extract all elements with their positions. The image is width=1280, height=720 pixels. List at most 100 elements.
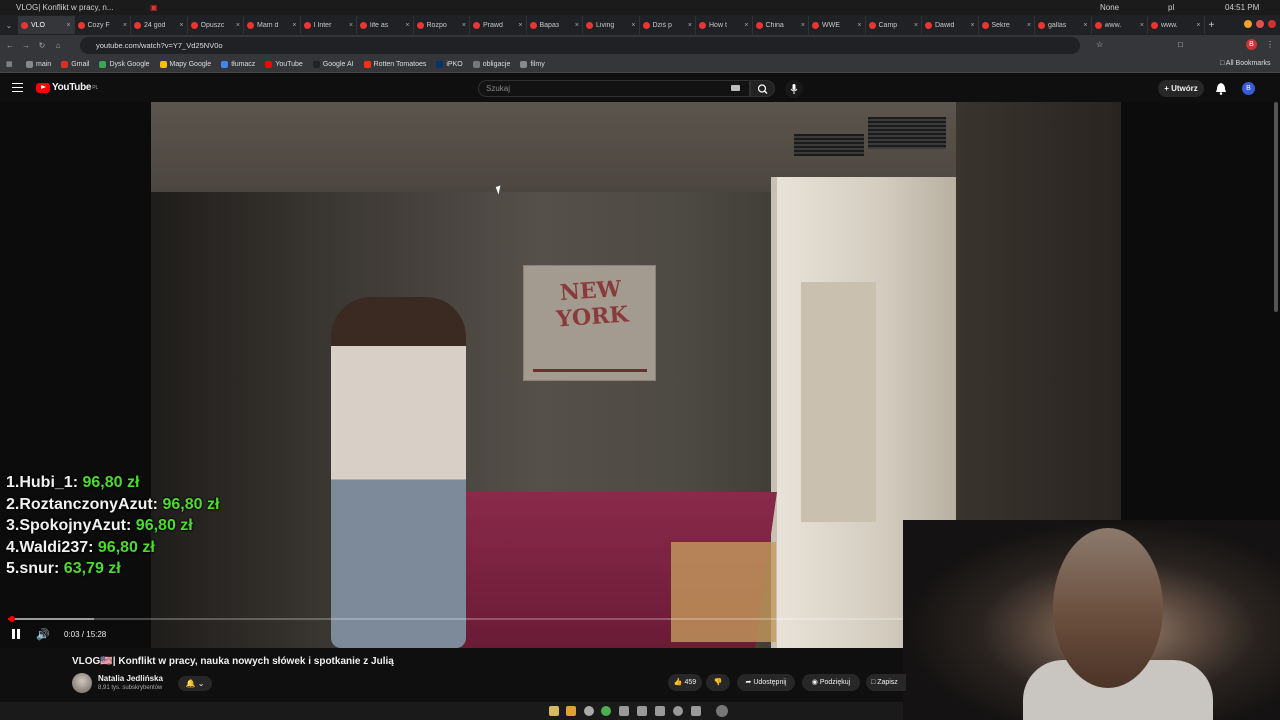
browser-tab[interactable]: Sekre × [979, 16, 1035, 34]
search-button[interactable] [750, 80, 775, 97]
tab-close-icon[interactable]: × [970, 22, 974, 29]
like-button[interactable]: 👍 459 [668, 674, 702, 691]
account-avatar[interactable]: B [1242, 82, 1255, 95]
bookmark-item[interactable]: Gmail [61, 60, 89, 68]
tab-close-icon[interactable]: × [179, 22, 183, 29]
shield-icon[interactable] [655, 706, 665, 716]
close-window-button[interactable] [1268, 20, 1276, 28]
browser-tab[interactable]: VLO × [18, 16, 75, 34]
hamburger-menu-icon[interactable] [12, 83, 23, 92]
folder-icon[interactable] [566, 706, 576, 716]
tab-close-icon[interactable]: × [857, 22, 861, 29]
browser-tab[interactable]: China × [753, 16, 809, 34]
share-button[interactable]: ➦ Udostępnij [737, 674, 795, 691]
progress-scrubber[interactable] [8, 616, 15, 622]
keyboard-icon[interactable] [731, 85, 740, 91]
tab-list-icon[interactable]: ⌄ [0, 21, 18, 30]
thanks-button[interactable]: ◉ Podziękuj [802, 674, 860, 691]
file-manager-icon[interactable] [549, 706, 559, 716]
tab-close-icon[interactable]: × [1140, 22, 1144, 29]
chrome-icon[interactable] [601, 706, 611, 716]
bookmark-item[interactable]: filmy [520, 60, 545, 68]
reload-icon[interactable]: ↻ [36, 41, 48, 50]
channel-name[interactable]: Natalia Jedlińska [98, 674, 163, 683]
browser-tab[interactable]: Вараз × [527, 16, 583, 34]
profile-avatar[interactable]: B [1246, 39, 1257, 50]
status-none[interactable]: None [1100, 3, 1119, 12]
browser-tab[interactable]: Living × [583, 16, 640, 34]
notifications-bell-icon[interactable] [1215, 82, 1227, 100]
forward-icon[interactable]: → [20, 41, 32, 50]
tab-close-icon[interactable]: × [688, 22, 692, 29]
browser-tab[interactable]: Camp × [866, 16, 922, 34]
tab-close-icon[interactable]: × [744, 22, 748, 29]
tab-close-icon[interactable]: × [66, 22, 70, 29]
bookmark-item[interactable]: YouTube [265, 60, 303, 68]
tab-close-icon[interactable]: × [236, 22, 240, 29]
volume-icon[interactable]: 🔊 [36, 628, 50, 641]
apps-grid-icon[interactable]: ▦ [6, 60, 26, 68]
search-input[interactable]: Szukaj [478, 80, 750, 97]
pause-button[interactable] [11, 629, 21, 639]
browser-tab[interactable]: life as × [357, 16, 414, 34]
obs-icon[interactable] [716, 705, 728, 717]
browser-tab[interactable]: Rozpo × [414, 16, 470, 34]
notes-icon[interactable] [691, 706, 701, 716]
bookmark-item[interactable]: main [26, 60, 51, 68]
browser-tab[interactable]: Dziś p × [640, 16, 696, 34]
tab-close-icon[interactable]: × [631, 22, 635, 29]
tab-close-icon[interactable]: × [405, 22, 409, 29]
browser-tab[interactable]: I Inter × [301, 16, 357, 34]
browser-tab[interactable]: 24 god × [131, 16, 188, 34]
subscription-bell-button[interactable]: 🔔 ⌄ [178, 676, 212, 691]
voice-search-button[interactable] [785, 80, 803, 98]
browser-tab[interactable]: www. × [1092, 16, 1148, 34]
create-button[interactable]: + Utwórz [1158, 80, 1204, 97]
tab-close-icon[interactable]: × [349, 22, 353, 29]
page-scrollbar[interactable] [1274, 102, 1278, 312]
channel-avatar[interactable] [72, 673, 92, 693]
bookmark-item[interactable]: Mapy Google [159, 60, 211, 68]
home-icon[interactable]: ⌂ [52, 41, 64, 50]
maximize-button[interactable] [1256, 20, 1264, 28]
app-icon[interactable] [673, 706, 683, 716]
browser-tab[interactable]: Cozy F × [75, 16, 131, 34]
tab-close-icon[interactable]: × [123, 22, 127, 29]
extensions-icon[interactable]: □ [1178, 40, 1183, 49]
bookmark-item[interactable]: Rotten Tomatoes [363, 60, 426, 68]
browser-tab[interactable]: Mam d × [244, 16, 301, 34]
tab-close-icon[interactable]: × [575, 22, 579, 29]
bookmark-star-icon[interactable]: ☆ [1096, 40, 1103, 49]
tab-close-icon[interactable]: × [914, 22, 918, 29]
dislike-button[interactable]: 👎 [706, 674, 730, 691]
browser-tab[interactable]: gallas × [1035, 16, 1092, 34]
steam-icon[interactable] [637, 706, 647, 716]
url-input[interactable]: youtube.com/watch?v=Y7_Vd25NV0o [80, 37, 1080, 54]
back-icon[interactable]: ← [4, 41, 16, 50]
browser-tab[interactable]: WWE × [809, 16, 866, 34]
app-icon[interactable] [584, 706, 594, 716]
bookmark-item[interactable]: Dysk Google [99, 60, 150, 68]
youtube-logo[interactable]: YouTube PL [36, 82, 98, 93]
bookmark-item[interactable]: Google AI [312, 60, 354, 68]
bookmark-item[interactable]: tłumacz [221, 60, 255, 68]
browser-tab[interactable]: How t × [696, 16, 753, 34]
minimize-button[interactable] [1244, 20, 1252, 28]
discord-icon[interactable] [619, 706, 629, 716]
browser-tab[interactable]: Dawid × [922, 16, 979, 34]
tab-close-icon[interactable]: × [1083, 22, 1087, 29]
tab-close-icon[interactable]: × [518, 22, 522, 29]
all-bookmarks[interactable]: □ All Bookmarks [1220, 60, 1271, 67]
browser-tab[interactable]: www. × [1148, 16, 1205, 34]
language-indicator[interactable]: pl [1168, 3, 1174, 12]
save-button[interactable]: □ Zapisz [866, 674, 906, 691]
new-tab-button[interactable]: + [1209, 20, 1215, 31]
browser-tab[interactable]: Prawd × [470, 16, 527, 34]
tab-close-icon[interactable]: × [292, 22, 296, 29]
bookmark-item[interactable]: iPKO [436, 60, 463, 68]
tab-close-icon[interactable]: × [801, 22, 805, 29]
tab-close-icon[interactable]: × [1027, 22, 1031, 29]
browser-tab[interactable]: Opuszc × [188, 16, 244, 34]
progress-bar[interactable] [8, 616, 903, 622]
tab-close-icon[interactable]: × [1196, 22, 1200, 29]
